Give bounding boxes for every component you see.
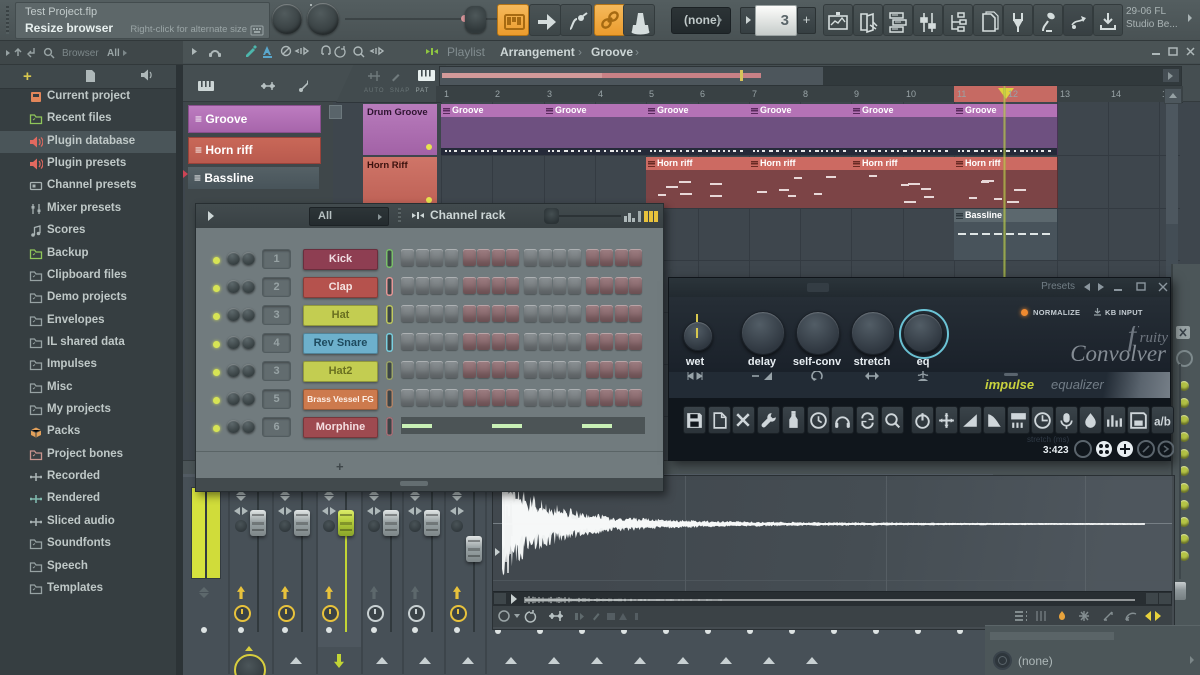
svg-text:Browser: Browser (62, 48, 99, 59)
svg-text:a/b: a/b (1154, 417, 1171, 429)
svg-text:All: All (107, 48, 120, 59)
